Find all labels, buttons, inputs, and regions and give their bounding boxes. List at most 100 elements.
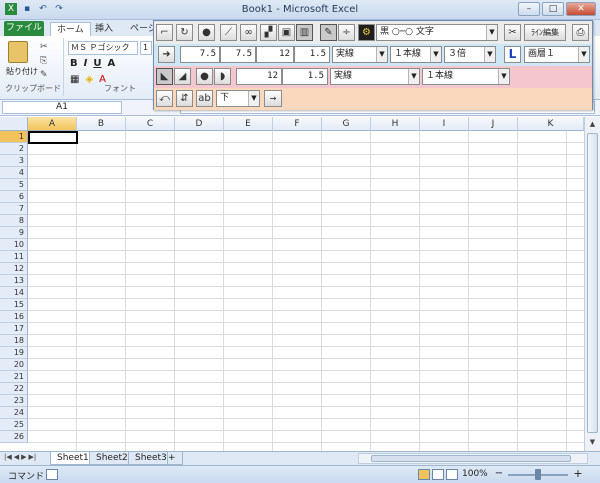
insert-sheet-icon[interactable]: +: [167, 452, 183, 465]
row-header[interactable]: 26: [0, 431, 28, 443]
column-header[interactable]: K: [518, 117, 584, 131]
copy-icon[interactable]: ⎘: [40, 56, 47, 66]
page-layout-view-icon[interactable]: [432, 469, 444, 480]
italic-button[interactable]: I: [84, 58, 88, 69]
font-name-box[interactable]: ＭＳ Ｐゴシック: [68, 41, 138, 55]
line-style-combo[interactable]: 実線 ▼: [332, 46, 388, 63]
chevron-down-icon[interactable]: ▼: [498, 69, 509, 84]
last-sheet-icon[interactable]: ▶|: [29, 453, 37, 461]
position-combo[interactable]: 下 ▼: [216, 90, 260, 107]
zoom-in-icon[interactable]: +: [572, 468, 584, 480]
row-header[interactable]: 7: [0, 203, 28, 215]
row-header[interactable]: 3: [0, 155, 28, 167]
zoom-level[interactable]: 100%: [462, 469, 488, 479]
page-break-view-icon[interactable]: [446, 469, 458, 480]
row-header[interactable]: 25: [0, 419, 28, 431]
chevron-down-icon[interactable]: ▼: [578, 47, 589, 62]
rotate-icon[interactable]: ↻: [176, 24, 193, 41]
line-style-combo-2[interactable]: 実線 ▼: [330, 68, 420, 85]
paste-icon[interactable]: [8, 41, 28, 63]
row-header[interactable]: 12: [0, 263, 28, 275]
row-header[interactable]: 20: [0, 359, 28, 371]
node-color-icon[interactable]: ●: [198, 24, 215, 41]
column-header[interactable]: H: [371, 117, 420, 131]
chevron-down-icon[interactable]: ▼: [484, 47, 495, 62]
name-box[interactable]: A1: [2, 101, 122, 114]
row-header[interactable]: 16: [0, 311, 28, 323]
frame-icon[interactable]: ▥: [296, 24, 313, 41]
scale-combo[interactable]: ３倍 ▼: [444, 46, 496, 63]
color-combo[interactable]: 黒 ○─○ 文字 ▼: [376, 24, 498, 41]
vertical-scroll-thumb[interactable]: [587, 133, 598, 433]
close-button[interactable]: ✕: [566, 2, 596, 16]
horizontal-scroll-thumb[interactable]: [371, 455, 571, 462]
first-sheet-icon[interactable]: |◀: [4, 453, 12, 461]
row-header[interactable]: 2: [0, 143, 28, 155]
row-header[interactable]: 11: [0, 251, 28, 263]
row-header[interactable]: 21: [0, 371, 28, 383]
row-header[interactable]: 1: [0, 131, 28, 143]
active-cell[interactable]: [28, 131, 78, 144]
style-icon[interactable]: ⚙: [358, 24, 375, 41]
underline-button[interactable]: U: [93, 58, 101, 69]
row-header[interactable]: 5: [0, 179, 28, 191]
value-field-4[interactable]: 1.5: [294, 46, 330, 63]
text-direction-icon[interactable]: ab: [196, 90, 213, 107]
row-header[interactable]: 17: [0, 323, 28, 335]
line-edit-button[interactable]: ﾗｲﾝ編集: [524, 24, 566, 41]
pencil-icon[interactable]: ✎: [320, 24, 337, 41]
value-field-2[interactable]: 7.5: [220, 46, 256, 63]
bold-button[interactable]: B: [70, 58, 78, 69]
arrow-button[interactable]: →: [264, 90, 282, 107]
column-header[interactable]: J: [469, 117, 518, 131]
row-header[interactable]: 18: [0, 335, 28, 347]
column-header[interactable]: D: [175, 117, 224, 131]
row-header[interactable]: 23: [0, 395, 28, 407]
value-field-3[interactable]: 12: [256, 46, 294, 63]
grid-snap-icon[interactable]: ▣: [278, 24, 295, 41]
scroll-up-icon[interactable]: ▲: [587, 119, 598, 130]
line-count-combo[interactable]: １本線 ▼: [390, 46, 442, 63]
layer-l-button[interactable]: L: [504, 46, 521, 63]
column-header[interactable]: E: [224, 117, 273, 131]
row-header[interactable]: 4: [0, 167, 28, 179]
column-header[interactable]: C: [126, 117, 175, 131]
layer-combo[interactable]: 画層１ ▼: [524, 46, 590, 63]
value-field-6[interactable]: 1.5: [282, 68, 328, 85]
minimize-button[interactable]: –: [518, 2, 540, 16]
format-painter-icon[interactable]: ✎: [40, 70, 48, 80]
row-header[interactable]: 24: [0, 407, 28, 419]
row-header[interactable]: 13: [0, 275, 28, 287]
column-header[interactable]: A: [28, 117, 77, 131]
chevron-down-icon[interactable]: ▼: [248, 91, 259, 106]
value-field-5[interactable]: 12: [236, 68, 282, 85]
paste-button[interactable]: 貼り付け: [6, 66, 38, 77]
grow-font-button[interactable]: A: [107, 58, 115, 69]
row-header[interactable]: 14: [0, 287, 28, 299]
column-header[interactable]: F: [273, 117, 322, 131]
split-icon[interactable]: ÷: [338, 24, 355, 41]
normal-view-icon[interactable]: [418, 469, 430, 480]
zoom-out-icon[interactable]: −: [493, 468, 505, 480]
column-header[interactable]: I: [420, 117, 469, 131]
paint-icon[interactable]: ▞: [260, 24, 277, 41]
connector-icon[interactable]: ⟋: [220, 24, 237, 41]
vertical-scrollbar[interactable]: ▲ ▼: [584, 117, 600, 451]
maximize-button[interactable]: □: [542, 2, 564, 16]
chevron-down-icon[interactable]: ▼: [430, 47, 441, 62]
cell-area[interactable]: [28, 131, 584, 451]
row-header[interactable]: 8: [0, 215, 28, 227]
draw-line-icon[interactable]: ⌐: [156, 24, 173, 41]
vertical-align-icon[interactable]: ⇵: [176, 90, 193, 107]
column-header[interactable]: B: [77, 117, 126, 131]
tab-file[interactable]: ファイル: [4, 21, 44, 36]
row-header[interactable]: 9: [0, 227, 28, 239]
tab-insert[interactable]: 挿入: [95, 22, 113, 36]
dot-start-icon[interactable]: ●: [196, 68, 213, 85]
prev-sheet-icon[interactable]: ◀: [14, 453, 19, 461]
row-header[interactable]: 22: [0, 383, 28, 395]
row-header[interactable]: 10: [0, 239, 28, 251]
cut-icon[interactable]: ✂: [40, 42, 48, 52]
macro-record-icon[interactable]: [46, 469, 58, 480]
printer-icon[interactable]: ⎙: [572, 24, 589, 41]
